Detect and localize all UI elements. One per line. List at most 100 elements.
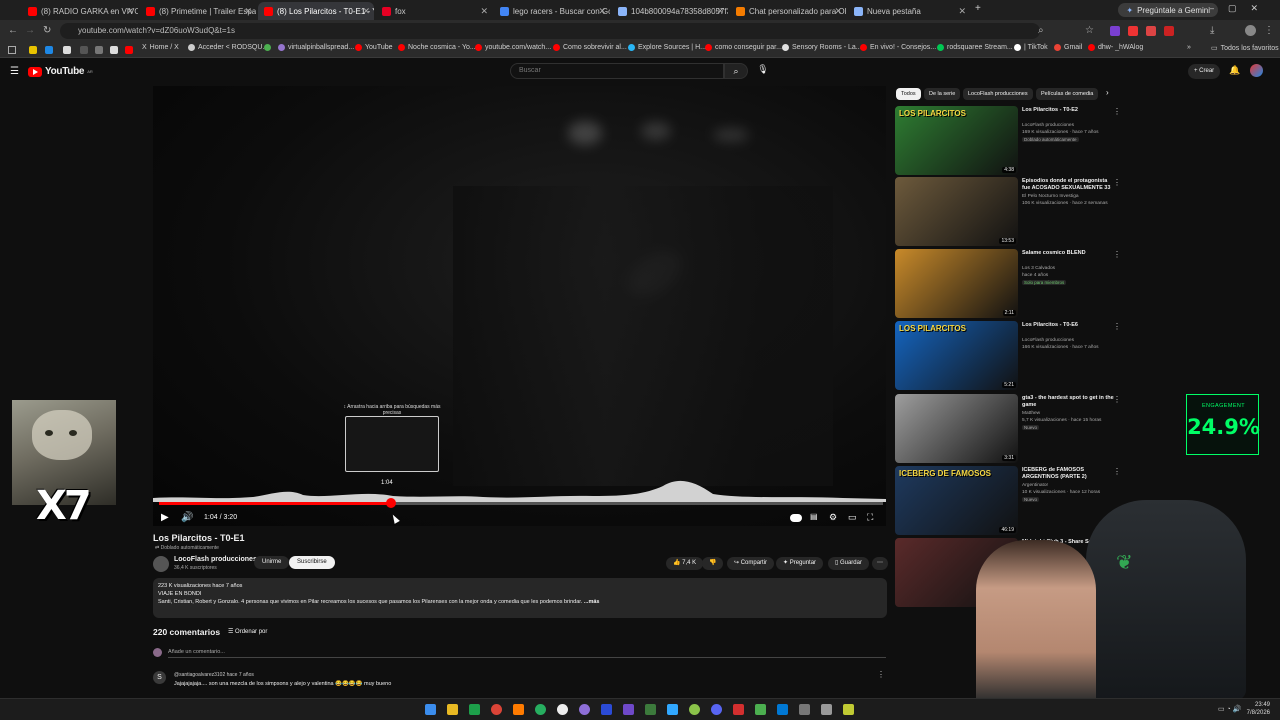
recommended-video[interactable]: 3:31 gta3 - the hardest spot to get in th… [895, 394, 1125, 464]
recommended-kebab-icon[interactable]: ⋮ [1113, 395, 1121, 404]
file-explorer-icon[interactable] [447, 704, 458, 715]
browser-tab-active[interactable]: (8) Los Pilarcitos - T0-E1 - YouT✕ [258, 2, 374, 20]
recommended-channel[interactable]: Los 3 Calvados [1022, 266, 1055, 271]
save-button[interactable]: ▯ Guardar [828, 557, 869, 570]
recommended-video[interactable]: LOS PILARCITOS 4:38 Los Pilarcitos - T0-E2… [895, 106, 1125, 176]
recommended-kebab-icon[interactable]: ⋮ [1113, 250, 1121, 259]
bookmark-item[interactable]: rodsquaree Stream... [937, 44, 1013, 51]
bookmark-item[interactable]: En vivo! - Consejos... [860, 44, 936, 51]
close-tab-icon[interactable]: ✕ [244, 6, 252, 17]
progress-scrubber-handle[interactable] [385, 498, 396, 508]
browser-tab[interactable]: fox ✕ [376, 2, 492, 20]
bookmark-favicon-icon[interactable] [95, 46, 103, 54]
dislike-button[interactable]: 👎 [702, 557, 724, 570]
close-tab-icon[interactable]: ✕ [126, 6, 134, 17]
close-tab-icon[interactable]: ✕ [834, 6, 842, 17]
youtube-logo[interactable]: YouTube AR [28, 66, 93, 77]
play-icon[interactable]: ▶ [161, 512, 169, 523]
browser-tab[interactable]: Nueva pestaña ✕ [848, 2, 970, 20]
recommended-channel[interactable]: LocoFlash producciones [1022, 338, 1074, 343]
recommended-kebab-icon[interactable]: ⋮ [1113, 178, 1121, 187]
gemini-button[interactable]: ✦ Pregúntale a Gemini [1118, 3, 1218, 17]
close-tab-icon[interactable]: ✕ [716, 6, 724, 17]
extension-icon[interactable] [1164, 26, 1174, 36]
video-thumbnail[interactable]: 3:31 [895, 394, 1018, 463]
bookmark-item[interactable]: dhw- _hWAlog [1088, 44, 1143, 51]
description-box[interactable]: 223 K visualizaciones hace 7 años VIAJE … [153, 578, 887, 618]
bookmark-favicon-icon[interactable] [63, 46, 71, 54]
chips-next-chevron-icon[interactable]: › [1106, 88, 1109, 97]
app-icon[interactable] [645, 704, 656, 715]
app-icon[interactable] [623, 704, 634, 715]
video-thumbnail[interactable]: 13:53 [895, 177, 1018, 246]
bookmark-favicon-icon[interactable] [80, 46, 88, 54]
app-icon[interactable] [733, 704, 744, 715]
extension-icon[interactable] [1146, 26, 1156, 36]
bookmark-item[interactable]: como conseguir par... [705, 44, 782, 51]
browser-tab[interactable]: (8) RADIO GARKA en VIVO!!! - Y✕ [22, 2, 138, 20]
bookmark-item[interactable]: | TikTok [1014, 44, 1048, 51]
app-icon[interactable] [821, 704, 832, 715]
volume-icon[interactable]: 🔊 [181, 512, 193, 523]
recommended-title[interactable]: gta3 - the hardest spot to get in the ga… [1022, 395, 1114, 409]
chip-all[interactable]: Todos [896, 88, 921, 100]
video-thumbnail[interactable]: 2:11 [895, 249, 1018, 318]
recommended-video[interactable]: 13:53 Episodios donde el protagonista fue… [895, 177, 1125, 247]
bookmark-favicon-icon[interactable] [110, 46, 118, 54]
recommended-video[interactable]: 2:11 Salame cosmico BLEND Los 3 Calvados ha… [895, 249, 1125, 319]
url-field[interactable]: youtube.com/watch?v=dZ06uoW3udQ&t=1s [60, 23, 1040, 39]
close-tab-icon[interactable]: ✕ [480, 6, 488, 17]
subtitles-icon[interactable]: ▤ [810, 512, 818, 521]
photoshop-icon[interactable] [667, 704, 678, 715]
create-button[interactable]: + Crear [1188, 64, 1221, 79]
windows-start-icon[interactable] [425, 704, 436, 715]
comment-author[interactable]: @santiagoalvarez3102 hace 7 años [174, 672, 254, 678]
video-thumbnail[interactable]: LOS PILARCITOS 5:21 [895, 321, 1018, 390]
reload-icon[interactable]: ↻ [43, 25, 51, 36]
recommended-title[interactable]: Los Pilarcitos - T0-E2 [1022, 107, 1114, 114]
autoplay-toggle[interactable] [790, 514, 802, 522]
system-clock[interactable]: 23:49 7/8/2026 [1247, 701, 1270, 717]
join-button[interactable]: Unirme [254, 556, 290, 569]
search-button[interactable]: ⌕ [724, 63, 748, 79]
more-actions-button[interactable]: ⋯ [872, 557, 888, 570]
discord-icon[interactable] [711, 704, 722, 715]
channel-avatar[interactable] [153, 556, 169, 572]
like-button[interactable]: 👍 7,4 K [666, 557, 704, 570]
video-thumbnail[interactable]: LOS PILARCITOS 4:38 [895, 106, 1018, 175]
bookmark-item[interactable]: Acceder < RODSQU... [188, 44, 268, 51]
sort-comments-button[interactable]: ☰ Ordenar por [228, 628, 267, 635]
hamburger-menu-icon[interactable]: ☰ [10, 66, 19, 77]
recommended-kebab-icon[interactable]: ⋮ [1113, 107, 1121, 116]
bookmark-item[interactable]: Sensory Rooms - La... [782, 44, 862, 51]
profile-avatar[interactable] [1245, 25, 1256, 36]
chip-channel[interactable]: LocoFlash producciones [963, 88, 1033, 100]
bell-notifications-icon[interactable]: 🔔 [1229, 65, 1240, 76]
search-input[interactable]: Buscar [510, 63, 724, 79]
bookmark-item[interactable]: X Home / X [142, 44, 179, 51]
bookmark-item[interactable]: virtualpinballspread... [278, 44, 354, 51]
channel-name[interactable]: LocoFlash producciones [174, 556, 257, 563]
share-button[interactable]: ↪ Compartir [727, 557, 775, 570]
more-bookmarks-chevron-icon[interactable]: » [1187, 44, 1191, 51]
recommended-title[interactable]: ICEBERG de FAMOSOS ARGENTINOS (PARTE 2) [1022, 467, 1114, 481]
app-icon[interactable] [755, 704, 766, 715]
excel-icon[interactable] [469, 704, 480, 715]
recommended-channel[interactable]: Matthew [1022, 411, 1040, 416]
browser-tab[interactable]: Chat personalizado para OBS c✕ [730, 2, 846, 20]
browser-tab[interactable]: 104b800094a78358d8057f33e✕ [612, 2, 728, 20]
obs-icon[interactable] [557, 704, 568, 715]
browser-tab[interactable]: lego racers - Buscar con Google✕ [494, 2, 610, 20]
settings-gear-icon[interactable]: ⚙ [829, 512, 837, 523]
ask-button[interactable]: ✦ Preguntar [776, 557, 824, 570]
comment-kebab-icon[interactable]: ⋮ [877, 670, 885, 679]
download-icon[interactable]: ⤓ [1210, 25, 1214, 36]
recommended-title[interactable]: Salame cosmico BLEND [1022, 250, 1114, 257]
chip-comedy-movies[interactable]: Películas de comedia [1036, 88, 1099, 100]
app-icon[interactable] [579, 704, 590, 715]
system-tray-icons[interactable]: ▭ ◔ 🔊 [1218, 705, 1241, 713]
bookmark-favicon-icon[interactable] [125, 46, 133, 54]
add-comment-input[interactable]: Añade un comentario... [168, 649, 886, 658]
account-avatar[interactable] [1250, 64, 1263, 77]
close-tab-icon[interactable]: ✕ [958, 6, 966, 17]
